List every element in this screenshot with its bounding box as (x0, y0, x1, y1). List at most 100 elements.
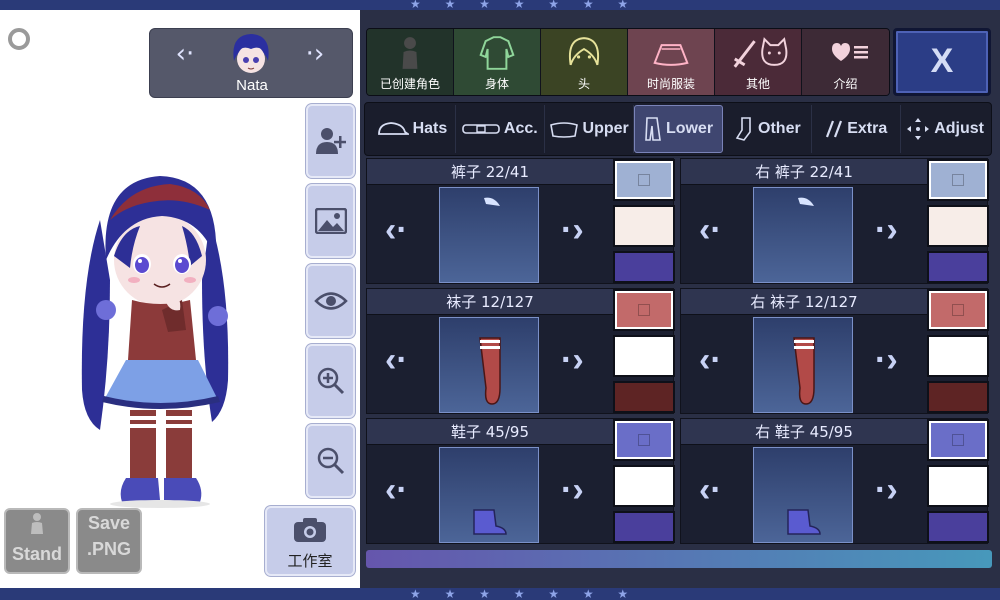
color-swatch-outline[interactable] (613, 381, 675, 413)
subcategory-tabs: Hats Acc. Upper Lower Other Extra Adjust (364, 102, 992, 156)
hat-icon (377, 122, 409, 135)
scroll-strip (366, 550, 992, 568)
item-slot-socks: 袜子 12/127 ‹· ·› (366, 288, 675, 414)
prev-item-button[interactable]: ‹· (385, 211, 408, 250)
item-preview[interactable] (753, 447, 853, 543)
body-shirt-icon (479, 36, 515, 70)
next-item-button[interactable]: ·› (561, 471, 584, 510)
png-label: .PNG (86, 539, 131, 559)
item-slot-title: 右 鞋子 45/95 (681, 419, 927, 445)
subtab-lower[interactable]: Lower (633, 105, 724, 153)
tab-body[interactable]: 身体 (454, 29, 541, 95)
eye-icon (313, 292, 348, 310)
color-swatch-primary[interactable] (613, 289, 675, 331)
zoom-in-button[interactable] (306, 344, 355, 418)
color-swatch-outline[interactable] (927, 251, 989, 283)
prev-character-button[interactable]: ‹· (170, 39, 200, 69)
subtab-other[interactable]: Other (723, 105, 813, 153)
color-swatch-secondary[interactable] (613, 465, 675, 507)
color-swatch-outline[interactable] (613, 511, 675, 543)
tab-label: 头 (577, 77, 590, 91)
camera-icon (294, 518, 326, 542)
zoom-out-icon (317, 447, 344, 475)
pants-piece-icon (484, 197, 500, 206)
character-stage: ‹· ·› Nata Stand Save .PNG 工作室 (0, 10, 360, 588)
extra-slashes-icon (826, 120, 843, 138)
tab-label: 已创建角色 (379, 77, 440, 91)
item-preview[interactable] (753, 187, 853, 283)
background-button[interactable] (306, 184, 355, 258)
top-decor-bar: ★ ★ ★ ★ ★ ★ ★ (0, 0, 1000, 11)
color-swatch-secondary[interactable] (613, 205, 675, 247)
color-swatch-outline[interactable] (927, 381, 989, 413)
tab-head[interactable]: 头 (541, 29, 628, 95)
tab-intro[interactable]: 介绍 (802, 29, 889, 95)
lower-clothing-icon (645, 117, 661, 141)
color-swatch-secondary[interactable] (927, 335, 989, 377)
item-preview[interactable] (439, 447, 539, 543)
next-item-button[interactable]: ·› (875, 341, 898, 380)
subtab-hats[interactable]: Hats (367, 105, 456, 153)
subtab-label: Adjust (934, 120, 984, 137)
item-grid: 裤子 22/41 ‹· ·› 右 裤子 22/41 ‹· ·› 袜子 12/12… (366, 158, 992, 546)
tab-label: 介绍 (833, 77, 858, 91)
subtab-extra[interactable]: Extra (812, 105, 902, 153)
stand-figure-icon (31, 513, 43, 534)
studio-label: 工作室 (287, 552, 333, 570)
item-slot-title: 鞋子 45/95 (367, 419, 613, 445)
color-swatch-outline[interactable] (613, 251, 675, 283)
add-character-button[interactable] (306, 104, 355, 178)
color-swatch-primary[interactable] (927, 419, 989, 461)
color-swatch-primary[interactable] (927, 289, 989, 331)
item-preview[interactable] (753, 317, 853, 413)
item-preview[interactable] (439, 317, 539, 413)
item-slot-socks-right: 右 袜子 12/127 ‹· ·› (680, 288, 989, 414)
toggle-visibility-button[interactable] (306, 264, 355, 338)
zoom-out-button[interactable] (306, 424, 355, 498)
stand-pose-button[interactable]: Stand (4, 508, 70, 574)
color-swatch-primary[interactable] (613, 159, 675, 201)
next-item-button[interactable]: ·› (875, 471, 898, 510)
head-hair-icon (569, 37, 599, 66)
next-item-button[interactable]: ·› (875, 211, 898, 250)
color-swatch-secondary[interactable] (927, 205, 989, 247)
prev-item-button[interactable]: ‹· (385, 471, 408, 510)
subtab-label: Upper (582, 120, 629, 137)
subtab-upper[interactable]: Upper (545, 105, 634, 153)
prev-item-button[interactable]: ‹· (699, 211, 722, 250)
color-swatch-secondary[interactable] (613, 335, 675, 377)
color-swatch-outline[interactable] (927, 511, 989, 543)
next-item-button[interactable]: ·› (561, 341, 584, 380)
subtab-accessories[interactable]: Acc. (456, 105, 545, 153)
color-swatch-primary[interactable] (613, 419, 675, 461)
subtab-adjust[interactable]: Adjust (901, 105, 989, 153)
tab-fashion[interactable]: 时尚服装 (628, 29, 715, 95)
item-slot-shoes-right: 右 鞋子 45/95 ‹· ·› (680, 418, 989, 544)
character-figure[interactable] (70, 160, 240, 510)
prev-item-button[interactable]: ‹· (385, 341, 408, 380)
image-icon (314, 208, 347, 234)
color-swatch-secondary[interactable] (927, 465, 989, 507)
record-indicator-icon[interactable] (8, 28, 30, 50)
subtab-label: Other (758, 120, 801, 137)
next-item-button[interactable]: ·› (561, 211, 584, 250)
subtab-label: Lower (665, 120, 714, 137)
prev-item-button[interactable]: ‹· (699, 471, 722, 510)
item-preview[interactable] (439, 187, 539, 283)
prev-item-button[interactable]: ‹· (699, 341, 722, 380)
subtab-label: Extra (847, 120, 888, 137)
close-button[interactable]: X (893, 28, 991, 96)
next-character-button[interactable]: ·› (300, 39, 330, 69)
adjust-arrows-icon (907, 118, 930, 140)
save-png-button[interactable]: Save .PNG (76, 508, 142, 574)
belt-icon (462, 124, 500, 134)
studio-button[interactable]: 工作室 (265, 506, 355, 576)
zoom-in-icon (317, 367, 344, 395)
item-slot-title: 裤子 22/41 (367, 159, 613, 185)
tab-created-characters[interactable]: 已创建角色 (367, 29, 454, 95)
subtab-label: Acc. (503, 120, 538, 137)
bottom-decor-bar: ★ ★ ★ ★ ★ ★ ★ (0, 587, 1000, 600)
tab-other[interactable]: 其他 (715, 29, 802, 95)
sword-cat-icon (733, 37, 788, 68)
color-swatch-primary[interactable] (927, 159, 989, 201)
